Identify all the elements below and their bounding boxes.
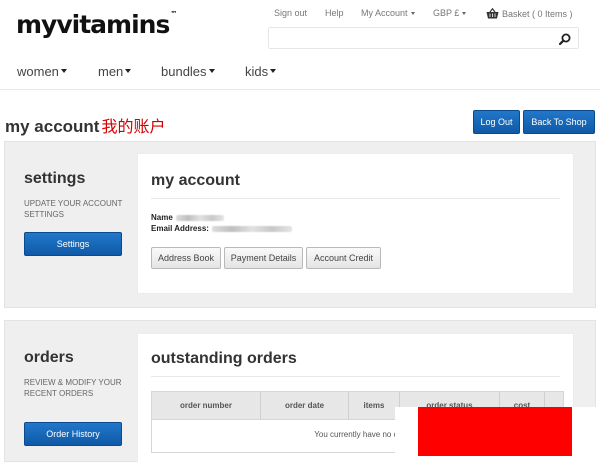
settings-heading: settings xyxy=(24,170,86,187)
search-input[interactable] xyxy=(268,27,579,49)
payment-details-button[interactable]: Payment Details xyxy=(224,247,303,269)
utility-nav: Sign out Help My Account GBP £ Basket ( … xyxy=(270,8,600,20)
nav-bundles[interactable]: bundles xyxy=(161,64,215,79)
nav-men[interactable]: men xyxy=(98,64,132,79)
settings-section: settings UPDATE YOUR ACCOUNT SETTINGS Se… xyxy=(4,141,596,308)
search-icon[interactable] xyxy=(558,32,572,46)
chevron-down-icon xyxy=(208,69,215,73)
chevron-down-icon xyxy=(270,69,277,73)
back-to-shop-button[interactable]: Back To Shop xyxy=(523,110,595,134)
divider xyxy=(151,198,560,199)
my-account-card-title: my account xyxy=(151,172,240,189)
title-annotation: 我的账户 xyxy=(101,117,166,136)
address-book-button[interactable]: Address Book xyxy=(151,247,221,269)
column-header: items xyxy=(349,392,400,420)
myvitamins-logo[interactable]: myvitamins™ xyxy=(16,10,177,39)
basket-icon xyxy=(486,8,499,19)
orders-description: REVIEW & MODIFY YOUR RECENT ORDERS xyxy=(24,378,122,398)
settings-description: UPDATE YOUR ACCOUNT SETTINGS xyxy=(24,199,123,219)
my-account-card: my account Name Email Address: Address B… xyxy=(137,153,574,294)
log-out-button[interactable]: Log Out xyxy=(473,110,520,134)
sign-out-link[interactable]: Sign out xyxy=(274,8,307,18)
red-redaction-box xyxy=(418,407,572,456)
main-nav: women men bundles kids xyxy=(0,62,600,90)
help-link[interactable]: Help xyxy=(325,8,344,18)
redacted-email xyxy=(211,225,292,232)
settings-button[interactable]: Settings xyxy=(24,232,122,256)
chevron-down-icon xyxy=(462,12,467,16)
order-history-button[interactable]: Order History xyxy=(24,422,122,446)
account-credit-button[interactable]: Account Credit xyxy=(306,247,381,269)
name-row: Name xyxy=(151,213,224,222)
chevron-down-icon xyxy=(410,12,415,16)
currency-menu[interactable]: GBP £ xyxy=(433,8,467,18)
column-header: order number xyxy=(152,392,261,420)
email-row: Email Address: xyxy=(151,224,292,233)
redacted-name xyxy=(175,214,224,221)
nav-women[interactable]: women xyxy=(17,64,67,79)
column-header: order date xyxy=(261,392,349,420)
orders-heading: orders xyxy=(24,349,74,366)
divider xyxy=(151,376,560,377)
basket-link[interactable]: Basket ( 0 Items ) xyxy=(486,8,573,19)
chevron-down-icon xyxy=(60,69,67,73)
outstanding-orders-title: outstanding orders xyxy=(151,350,297,367)
chevron-down-icon xyxy=(125,69,132,73)
nav-kids[interactable]: kids xyxy=(245,64,277,79)
my-account-menu[interactable]: My Account xyxy=(361,8,415,18)
page-title: my account 我的账户 xyxy=(5,117,166,136)
